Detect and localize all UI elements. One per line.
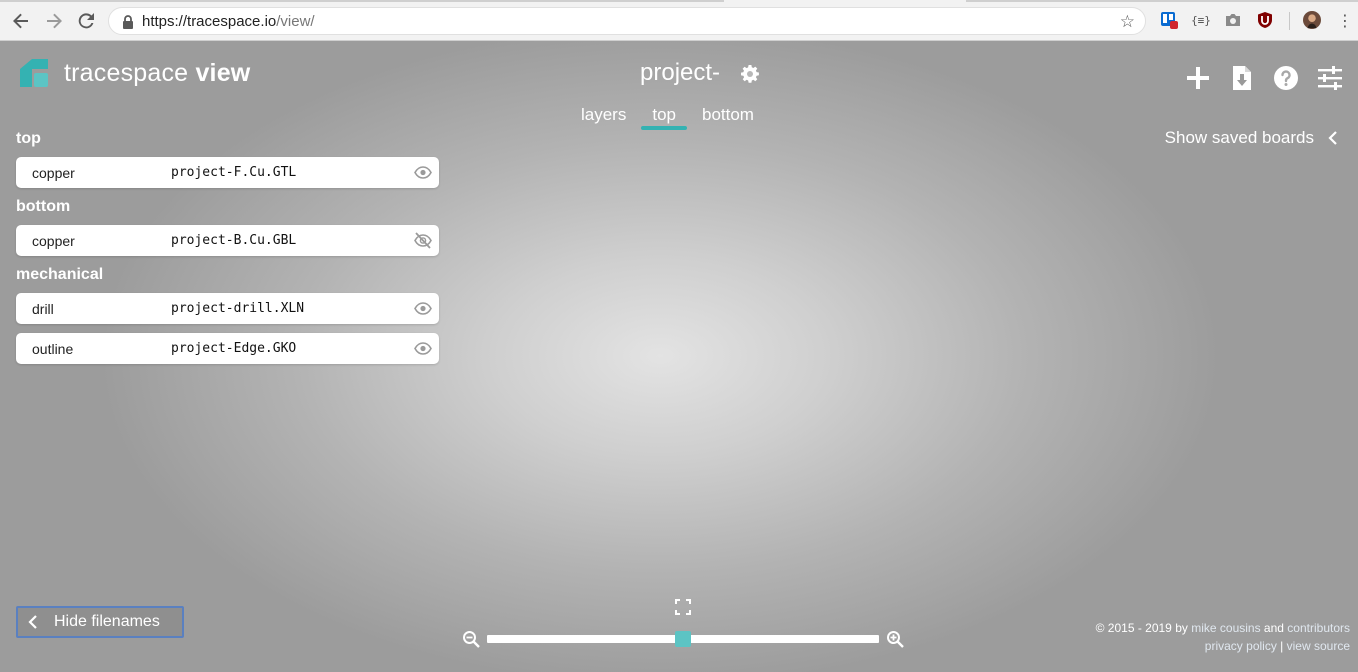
trello-extension-icon[interactable] [1160,11,1178,29]
contributors-link[interactable]: contributors [1287,621,1350,635]
lock-icon [123,15,133,29]
layer-type: copper [32,233,75,249]
reload-icon[interactable] [74,9,98,33]
browser-toolbar: https://tracespace.io/view/ ☆ {≡} ⋮ [0,0,1358,41]
zoom-slider-thumb[interactable] [675,631,691,647]
layer-filename: project-B.Cu.GBL [171,233,297,248]
brand[interactable]: tracespace view [18,57,250,89]
eye-icon[interactable] [414,340,432,357]
tab-bottom[interactable]: bottom [691,103,765,127]
ublock-extension-icon[interactable] [1256,11,1274,29]
camera-extension-icon[interactable] [1224,11,1242,29]
layer-type: copper [32,165,75,181]
profile-avatar[interactable] [1303,11,1321,29]
tracespace-logo-icon [20,59,48,87]
back-icon[interactable] [9,9,33,33]
privacy-policy-link[interactable]: privacy policy [1205,639,1277,653]
chevron-left-icon [1328,131,1337,145]
tab-strip-edge [0,0,724,2]
add-icon[interactable] [1185,65,1211,91]
address-bar[interactable]: https://tracespace.io/view/ ☆ [108,7,1146,35]
layer-filename: project-drill.XLN [171,301,305,316]
show-saved-boards-label: Show saved boards [1164,128,1314,147]
brand-name: tracespace view [64,58,251,87]
gear-icon[interactable] [740,64,760,84]
layer-filename: project-F.Cu.GTL [171,165,297,180]
view-source-link[interactable]: view source [1287,639,1350,653]
tab-top[interactable]: top [641,103,687,130]
json-extension-icon[interactable]: {≡} [1191,11,1211,29]
hide-filenames-label: Hide filenames [54,613,160,630]
layers-panel: top copper project-F.Cu.GTL bottom coppe… [16,129,439,373]
layer-row[interactable]: drill project-drill.XLN [16,293,439,324]
zoom-in-icon[interactable] [886,630,904,648]
layer-row[interactable]: outline project-Edge.GKO [16,333,439,364]
footer: © 2015 - 2019 by mike cousins and contri… [1096,619,1350,655]
download-icon[interactable] [1229,65,1255,91]
layer-filename: project-Edge.GKO [171,341,297,356]
layer-row[interactable]: copper project-F.Cu.GTL [16,157,439,188]
tab-layers[interactable]: layers [570,103,637,127]
group-title-top: top [16,130,41,147]
eye-icon[interactable] [414,164,432,181]
zoom-out-icon[interactable] [462,630,480,648]
layer-type: drill [32,301,54,317]
group-title-mechanical: mechanical [16,266,104,283]
show-saved-boards-button[interactable]: Show saved boards [1165,128,1338,148]
bookmark-star-icon[interactable]: ☆ [1120,12,1135,32]
layer-type: outline [32,341,74,357]
footer-and: and [1263,621,1284,635]
browser-menu-icon[interactable]: ⋮ [1336,11,1354,30]
layer-row[interactable]: copper project-B.Cu.GBL [16,225,439,256]
toolbar-divider [1289,12,1290,30]
forward-icon[interactable] [42,9,66,33]
project-title: project- [640,59,721,86]
fullscreen-icon[interactable] [675,599,691,615]
footer-separator: | [1280,639,1284,653]
help-icon[interactable] [1273,65,1299,91]
zoom-slider[interactable] [487,631,879,647]
chevron-left-icon [28,615,37,629]
eye-icon[interactable] [414,300,432,317]
copyright-text: © 2015 - 2019 by [1095,621,1188,635]
author-link[interactable]: mike cousins [1191,621,1260,635]
view-tabs: layers top bottom [570,103,769,130]
viewer-canvas[interactable]: tracespace view project- layers top bott… [0,41,1358,672]
hide-filenames-button[interactable]: Hide filenames [16,606,184,638]
eye-slash-icon[interactable] [414,232,432,249]
url-text: https://tracespace.io/view/ [142,13,315,30]
settings-sliders-icon[interactable] [1317,65,1343,91]
group-title-bottom: bottom [16,198,71,215]
tab-strip-edge [966,0,1358,2]
